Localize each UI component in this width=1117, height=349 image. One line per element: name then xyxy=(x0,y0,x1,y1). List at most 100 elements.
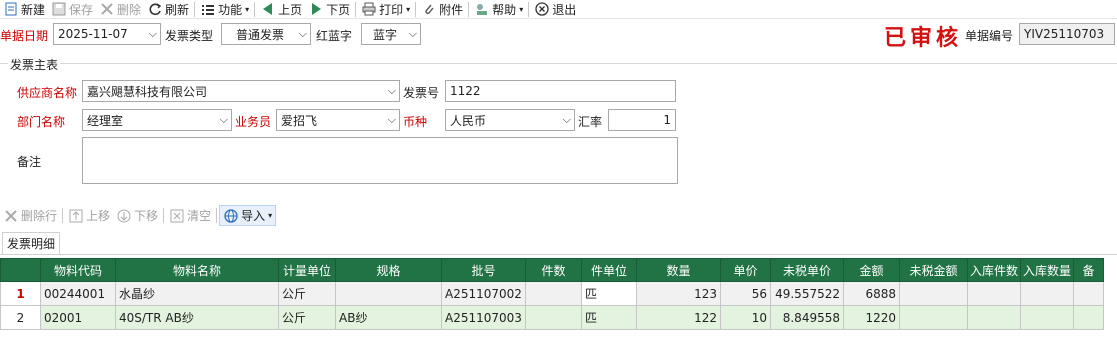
cell-price-ex-tax[interactable]: 49.557522 xyxy=(770,281,844,306)
next-page-button[interactable]: 下页 xyxy=(305,0,353,19)
new-button[interactable]: 新建 xyxy=(0,0,48,19)
cell-quantity[interactable]: 122 xyxy=(636,305,721,330)
cell-in-pieces[interactable] xyxy=(966,281,1022,306)
clear-button[interactable]: 清空 xyxy=(166,205,214,226)
doc-no-field[interactable]: YIV25110703 xyxy=(1019,23,1115,45)
chevron-down-icon[interactable]: ⌵ xyxy=(220,113,228,127)
import-button[interactable]: 导入 ▾ xyxy=(219,205,277,226)
save-icon xyxy=(51,1,67,17)
help-menu-button[interactable]: 帮助 ▾ xyxy=(471,0,526,19)
col-header[interactable]: 计量单位 xyxy=(278,258,336,282)
col-header[interactable]: 未税金额 xyxy=(899,258,968,282)
col-header[interactable]: 物料代码 xyxy=(40,258,116,282)
col-header[interactable]: 单价 xyxy=(720,258,771,282)
chevron-down-icon[interactable]: ⌵ xyxy=(388,113,396,127)
salesman-value: 爱招飞 xyxy=(281,113,318,128)
cell-spec[interactable] xyxy=(335,281,442,306)
chevron-down-icon[interactable]: ⌵ xyxy=(299,27,307,41)
help-menu-label: 帮助 xyxy=(492,2,517,17)
col-header[interactable]: 金额 xyxy=(843,258,900,282)
cell-amount-ex-tax[interactable] xyxy=(899,281,968,306)
col-header[interactable]: 入库件数 xyxy=(966,258,1022,282)
toolbar-divider xyxy=(468,1,470,17)
cell-piece-unit[interactable]: 匹 xyxy=(581,281,637,306)
cell-material-code[interactable]: 00244001 xyxy=(40,281,116,306)
move-up-button[interactable]: 上移 xyxy=(65,205,113,226)
cell-material-name[interactable]: 40S/TR AB纱 xyxy=(115,305,279,330)
col-header[interactable]: 入库数量 xyxy=(1020,258,1075,282)
date-field[interactable]: 2025-11-07 ⌵ xyxy=(53,23,161,45)
refresh-button[interactable]: 刷新 xyxy=(144,0,192,19)
row-number[interactable]: 2 xyxy=(0,305,41,330)
cell-spec[interactable]: AB纱 xyxy=(335,305,442,330)
cell-material-code[interactable]: 02001 xyxy=(40,305,116,330)
red-blue-select[interactable]: 蓝字 ⌵ xyxy=(361,23,421,45)
col-header[interactable]: 件单位 xyxy=(581,258,637,282)
attachment-button[interactable]: 附件 xyxy=(418,0,466,19)
cell-piece-unit[interactable]: 匹 xyxy=(581,305,637,330)
print-button[interactable]: 打印 ▾ xyxy=(358,0,413,19)
remark-textarea[interactable] xyxy=(82,137,678,184)
cell-price-ex-tax[interactable]: 8.849558 xyxy=(770,305,844,330)
group-title: 发票主表 xyxy=(8,56,61,73)
cell-pieces[interactable] xyxy=(525,305,582,330)
toolbar-divider xyxy=(355,1,357,17)
col-header[interactable]: 数量 xyxy=(636,258,721,282)
clear-label: 清空 xyxy=(187,209,212,223)
cell-amount-ex-tax[interactable] xyxy=(899,305,968,330)
cell-pieces[interactable] xyxy=(525,281,582,306)
col-header[interactable]: 件数 xyxy=(525,258,582,282)
exit-button[interactable]: 退出 xyxy=(531,0,579,19)
cell-unit[interactable]: 公斤 xyxy=(278,281,336,306)
supplier-select[interactable]: 嘉兴飓慧科技有限公司 ⌵ xyxy=(82,80,400,102)
delete-button[interactable]: 删除 xyxy=(96,0,144,19)
cell-quantity[interactable]: 123 xyxy=(636,281,721,306)
chevron-down-icon[interactable]: ⌵ xyxy=(563,113,571,127)
function-menu-button[interactable]: 功能 ▾ xyxy=(197,0,252,19)
cell-batch[interactable]: A251107003 xyxy=(441,305,526,330)
chevron-down-icon[interactable]: ⌵ xyxy=(149,27,157,41)
cell-unit[interactable]: 公斤 xyxy=(278,305,336,330)
refresh-icon xyxy=(147,1,163,17)
col-header[interactable]: 批号 xyxy=(441,258,526,282)
invoice-type-select[interactable]: 普通发票 ⌵ xyxy=(221,23,311,45)
cell-batch[interactable]: A251107002 xyxy=(441,281,526,306)
chevron-down-icon[interactable]: ⌵ xyxy=(388,84,396,98)
rate-value: 1 xyxy=(663,113,671,127)
cell-in-quantity[interactable] xyxy=(1020,305,1075,330)
cell-remark[interactable] xyxy=(1073,281,1105,306)
cell-in-pieces[interactable] xyxy=(966,305,1022,330)
rate-field[interactable]: 1 xyxy=(608,109,676,131)
move-down-button[interactable]: 下移 xyxy=(113,205,161,226)
help-icon xyxy=(474,1,490,17)
toolbar-divider xyxy=(415,1,417,17)
cell-amount[interactable]: 6888 xyxy=(843,281,900,306)
salesman-select[interactable]: 爱招飞 ⌵ xyxy=(276,109,400,131)
tab-invoice-detail-label: 发票明细 xyxy=(7,237,56,251)
col-header[interactable]: 备 xyxy=(1073,258,1105,282)
cell-in-quantity[interactable] xyxy=(1020,281,1075,306)
cell-material-name[interactable]: 水晶纱 xyxy=(115,281,279,306)
col-header[interactable]: 物料名称 xyxy=(115,258,279,282)
row-number[interactable]: 1 xyxy=(0,281,41,306)
tab-invoice-detail[interactable]: 发票明细 xyxy=(2,232,61,254)
invoice-type-label: 发票类型 xyxy=(165,29,214,43)
chevron-down-icon[interactable]: ⌵ xyxy=(409,27,417,41)
currency-select[interactable]: 人民币 ⌵ xyxy=(445,109,575,131)
cell-remark[interactable] xyxy=(1073,305,1105,330)
cell-amount[interactable]: 1220 xyxy=(843,305,900,330)
prev-page-button[interactable]: 上页 xyxy=(257,0,305,19)
col-header[interactable]: 未税单价 xyxy=(770,258,844,282)
col-header[interactable]: 规格 xyxy=(335,258,442,282)
save-button[interactable]: 保存 xyxy=(48,0,96,19)
table-row[interactable]: 1 00244001 水晶纱 公斤 A251107002 匹 123 56 49… xyxy=(0,281,1105,306)
dept-select[interactable]: 经理室 ⌵ xyxy=(82,109,232,131)
invoice-no-field[interactable]: 1122 xyxy=(445,80,676,102)
delete-row-button[interactable]: 删除行 xyxy=(0,205,60,226)
supplier-label: 供应商名称 xyxy=(17,86,78,100)
toolbar-divider xyxy=(194,1,196,17)
cell-price[interactable]: 56 xyxy=(720,281,771,306)
cell-price[interactable]: 10 xyxy=(720,305,771,330)
rate-label: 汇率 xyxy=(578,115,603,129)
table-row[interactable]: 2 02001 40S/TR AB纱 公斤 AB纱 A251107003 匹 1… xyxy=(0,305,1105,330)
